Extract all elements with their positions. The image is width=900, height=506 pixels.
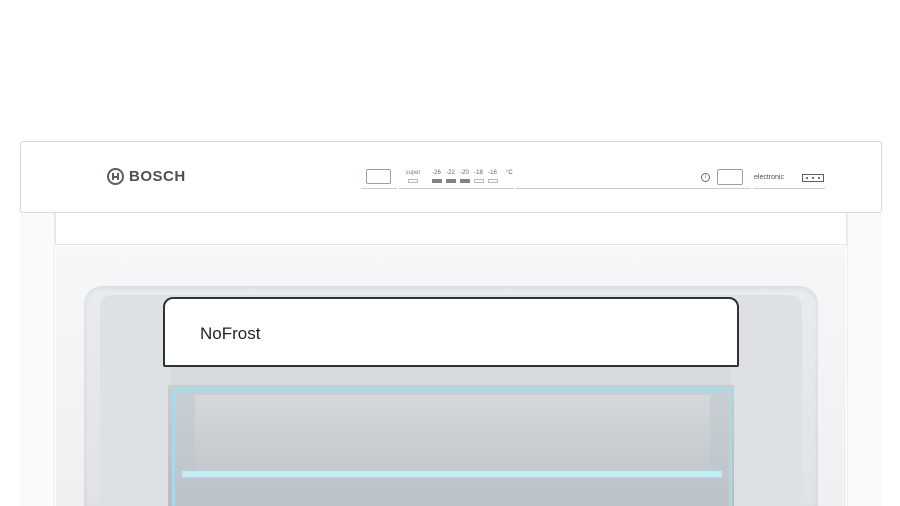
cabinet-side-left [20,213,55,506]
temperature-indicator: -20 [459,170,470,183]
super-indicator: super [404,170,422,183]
temperature-unit: °C [506,170,513,176]
temperature-label: -18 [474,170,483,176]
cabinet-side-right [847,213,882,506]
temperature-led [473,179,484,183]
super-freeze-button[interactable] [366,169,391,184]
mode-button[interactable] [717,169,743,185]
temperature-label: -16 [488,170,497,176]
temperature-indicator: -16 [487,170,498,183]
temperature-led [431,179,442,183]
cabinet-top-strip [55,213,847,245]
panel-divider [753,188,825,189]
temperature-label: -20 [460,170,469,176]
temperature-led [459,179,470,183]
panel-divider [399,188,514,189]
glass-flap-handle[interactable] [182,470,722,478]
drawer-interior [195,395,710,477]
brand-logo: BOSCH [107,168,186,185]
panel-divider [516,188,751,189]
brand-name: BOSCH [129,168,186,185]
super-led [408,179,418,183]
bosch-logo-icon [107,168,124,185]
temperature-label: -22 [446,170,455,176]
nofrost-label: NoFrost [200,324,261,343]
electronic-label: electronic [754,174,784,181]
info-icon: i [701,173,710,182]
temperature-led [445,179,456,183]
temperature-label: -26 [432,170,441,176]
temperature-indicators: -26 -22 -20 -18 -16 [431,170,498,183]
temperature-indicator: -26 [431,170,442,183]
temperature-indicator: -18 [473,170,484,183]
temperature-indicator: -22 [445,170,456,183]
control-panel: BOSCH super -26 -22 -20 -18 -16 °C i ele… [20,141,882,213]
air-vent [171,367,731,386]
super-label: super [405,170,421,176]
freezer-appliance: BOSCH super -26 -22 -20 -18 -16 °C i ele… [0,0,900,506]
alarm-off-icon [802,174,824,182]
temperature-led [487,179,498,183]
nofrost-cover: NoFrost [163,297,739,367]
panel-divider [361,188,397,189]
